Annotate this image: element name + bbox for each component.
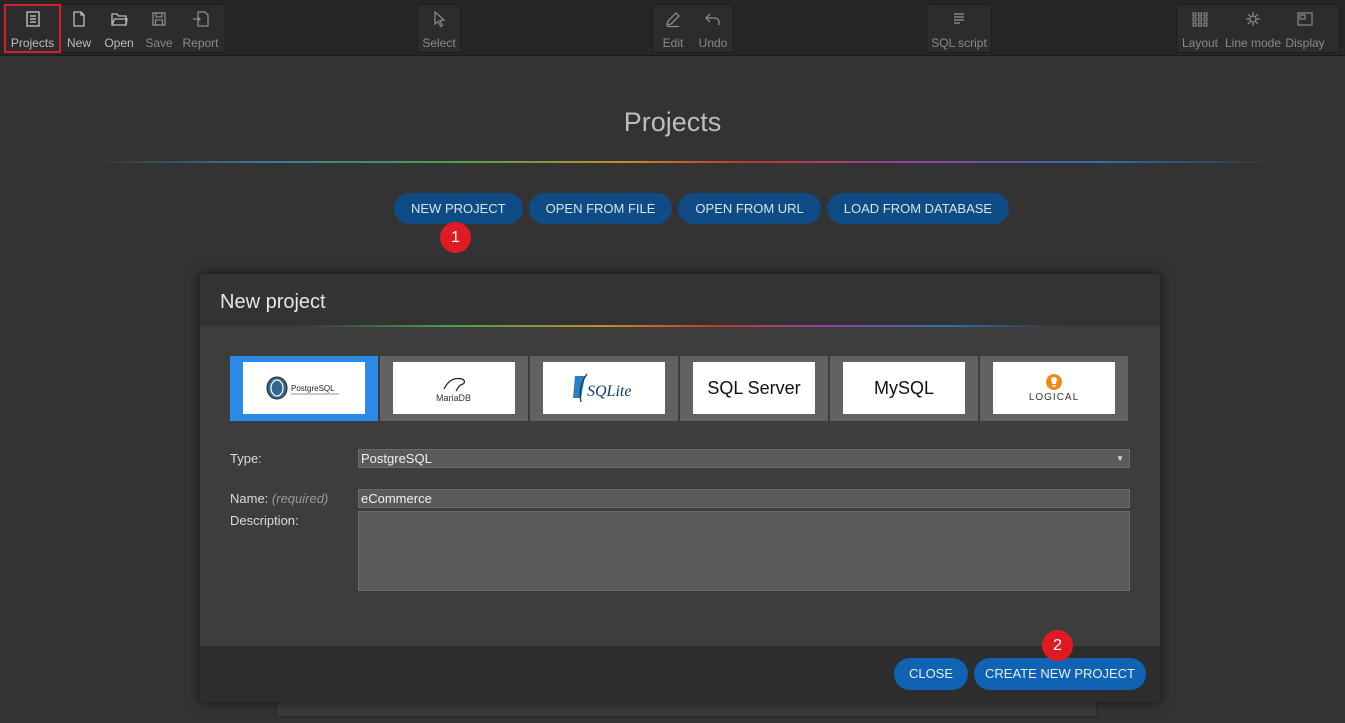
- save-label: Save: [145, 36, 173, 50]
- save-icon: [152, 12, 166, 26]
- svg-text:MariaDB: MariaDB: [436, 393, 471, 403]
- open-label: Open: [104, 36, 134, 50]
- type-label: Type:: [230, 451, 262, 466]
- db-tab-sql-server[interactable]: SQL Server: [680, 356, 828, 421]
- edit-toolbar-group: Edit Undo: [652, 4, 734, 53]
- title-divider: [90, 161, 1280, 163]
- sqlite-logo: SQLite: [543, 362, 665, 414]
- new-label: New: [66, 36, 91, 50]
- postgresql-elephant-icon: PostgreSQL: [266, 376, 339, 400]
- folder-open-icon: [111, 13, 128, 26]
- projects-button[interactable]: Projects: [4, 4, 61, 53]
- sqlite-feather-icon: SQLite: [573, 373, 631, 403]
- line-mode-button[interactable]: Line mode: [1223, 5, 1283, 52]
- save-button[interactable]: Save: [140, 5, 178, 52]
- mysql-text: MySQL: [843, 362, 965, 414]
- page-title: Projects: [623, 107, 722, 137]
- undo-button[interactable]: Undo: [693, 5, 733, 52]
- name-label: Name:: [230, 491, 269, 506]
- display-icon: [1297, 12, 1313, 26]
- undo-icon: [705, 13, 720, 25]
- close-button[interactable]: CLOSE: [894, 658, 968, 690]
- mariadb-seal-icon: MariaDB: [436, 377, 471, 403]
- report-button[interactable]: Report: [178, 5, 223, 52]
- select-label: Select: [422, 36, 456, 50]
- db-tab-postgresql[interactable]: PostgreSQL: [230, 356, 378, 421]
- new-project-button[interactable]: NEW PROJECT: [394, 193, 523, 224]
- db-tab-mysql[interactable]: MySQL: [830, 356, 978, 421]
- dialog-header: New project: [200, 274, 1160, 326]
- open-from-url-button[interactable]: OPEN FROM URL: [678, 193, 821, 224]
- dialog-divider: [300, 325, 1060, 327]
- sql-script-button[interactable]: SQL script: [927, 5, 991, 52]
- report-icon: [192, 11, 209, 27]
- new-file-icon: [73, 11, 85, 27]
- new-button[interactable]: New: [60, 5, 98, 52]
- sql-toolbar-group: SQL script: [926, 4, 992, 53]
- type-select[interactable]: PostgreSQL ▼: [358, 449, 1130, 468]
- line-mode-label: Line mode: [1224, 36, 1282, 50]
- type-select-value: PostgreSQL: [361, 451, 432, 466]
- dialog-title: New project: [220, 291, 326, 313]
- name-label-group: Name: (required): [230, 491, 328, 506]
- report-label: Report: [182, 36, 219, 50]
- edit-button[interactable]: Edit: [653, 5, 693, 52]
- display-button[interactable]: Display: [1283, 5, 1327, 52]
- projects-icon: [25, 11, 40, 27]
- project-actions: NEW PROJECT OPEN FROM FILE OPEN FROM URL…: [394, 193, 1010, 224]
- db-tab-logical[interactable]: LOGICAL: [980, 356, 1128, 421]
- lightbulb-icon: [1046, 374, 1062, 390]
- svg-text:SQLite: SQLite: [587, 383, 631, 400]
- cursor-icon: [434, 10, 446, 28]
- step-marker-1: 1: [440, 222, 471, 253]
- mariadb-logo: MariaDB: [393, 362, 515, 414]
- grid-icon: [1192, 12, 1208, 27]
- toolbar: Projects New Open Save Report Select Edi…: [0, 0, 1345, 56]
- layout-label: Layout: [1181, 36, 1219, 50]
- step-marker-2: 2: [1042, 630, 1073, 661]
- logical-text: LOGICAL: [1028, 392, 1080, 403]
- new-project-dialog: New project PostgreSQL MariaDB SQLite SQ…: [200, 274, 1160, 702]
- sql-server-text: SQL Server: [693, 362, 815, 414]
- view-toolbar-group: Layout Line mode Display: [1176, 4, 1340, 53]
- dropdown-caret-icon: ▼: [1116, 454, 1124, 463]
- line-mode-icon: [1246, 12, 1260, 26]
- pencil-icon: [666, 12, 680, 28]
- edit-label: Edit: [662, 36, 684, 50]
- script-icon: [954, 13, 964, 24]
- layout-button[interactable]: Layout: [1177, 5, 1223, 52]
- description-label: Description:: [230, 513, 299, 528]
- db-tab-mariadb[interactable]: MariaDB: [380, 356, 528, 421]
- display-label: Display: [1285, 36, 1325, 50]
- required-hint: (required): [271, 491, 329, 506]
- select-toolbar-group: Select: [417, 4, 461, 53]
- db-tab-sqlite[interactable]: SQLite: [530, 356, 678, 421]
- file-toolbar-group: Projects New Open Save Report: [4, 4, 226, 53]
- sql-script-label: SQL script: [931, 36, 987, 50]
- open-from-file-button[interactable]: OPEN FROM FILE: [528, 193, 673, 224]
- logical-logo: LOGICAL: [993, 362, 1115, 414]
- select-button[interactable]: Select: [418, 5, 460, 52]
- create-new-project-button[interactable]: CREATE NEW PROJECT: [974, 658, 1146, 690]
- open-button[interactable]: Open: [98, 5, 140, 52]
- project-name-input[interactable]: eCommerce: [358, 489, 1130, 508]
- projects-label: Projects: [10, 36, 55, 50]
- postgresql-logo: PostgreSQL: [243, 362, 365, 414]
- svg-text:PostgreSQL: PostgreSQL: [291, 384, 335, 393]
- load-from-database-button[interactable]: LOAD FROM DATABASE: [826, 193, 1010, 224]
- description-textarea[interactable]: [358, 511, 1130, 591]
- undo-label: Undo: [698, 36, 728, 50]
